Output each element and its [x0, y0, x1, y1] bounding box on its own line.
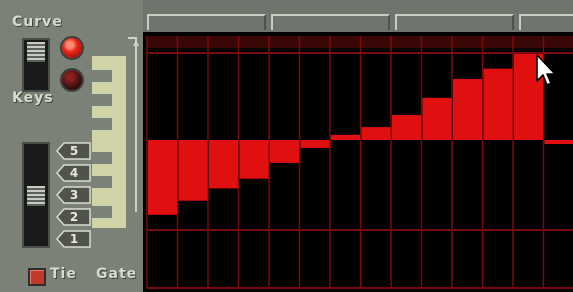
rail-segment: [519, 14, 573, 30]
curve-keys-switch[interactable]: [22, 38, 50, 92]
rail-segment: [395, 14, 514, 30]
octave-label: 2: [69, 210, 79, 224]
matrix-device-panel: Curve Keys 5 4 3 2 1 Tie Gate: [0, 0, 573, 292]
rail-segment: [271, 14, 390, 30]
curve-step-bar[interactable]: [483, 68, 513, 140]
black-key: [92, 70, 112, 82]
keys-led-icon: [62, 70, 82, 90]
tie-label: Tie: [50, 266, 77, 282]
curve-step-bar[interactable]: [544, 140, 573, 144]
octave-label: 4: [69, 166, 79, 180]
curve-step-bar[interactable]: [392, 115, 421, 140]
curve-step-bar[interactable]: [209, 140, 238, 189]
rail-segment: [147, 14, 266, 30]
black-key: [92, 94, 112, 106]
black-key: [92, 118, 112, 130]
switch-grip: [27, 186, 45, 206]
curve-step-bar[interactable]: [453, 78, 482, 140]
curve-step-grid[interactable]: [143, 32, 573, 292]
black-key: [92, 152, 112, 164]
black-key: [92, 206, 112, 218]
switch-grip: [27, 42, 45, 62]
black-key: [92, 176, 112, 188]
curve-grid-svg: [146, 36, 573, 289]
curve-step-bar[interactable]: [239, 140, 269, 179]
curve-label: Curve: [12, 14, 63, 30]
curve-led-icon: [62, 38, 82, 58]
curve-step-bar[interactable]: [422, 97, 452, 140]
octave-label: 3: [69, 188, 79, 202]
pattern-top-rail: [143, 0, 573, 32]
curve-step-bar[interactable]: [148, 140, 177, 215]
curve-step-bar[interactable]: [361, 127, 391, 140]
curve-step-bar[interactable]: [270, 140, 299, 163]
tie-led-icon[interactable]: [28, 268, 46, 286]
keys-connector-icon: [128, 37, 139, 212]
piano-keyboard-icon: [92, 56, 126, 228]
octave-switch[interactable]: [22, 142, 50, 248]
keys-label: Keys: [12, 90, 54, 106]
mouse-pointer-icon: [536, 54, 556, 86]
curve-step-bar[interactable]: [300, 140, 330, 148]
octave-label: 1: [69, 232, 79, 246]
curve-step-bar[interactable]: [178, 140, 208, 201]
octave-label: 5: [69, 144, 79, 158]
curve-step-bar[interactable]: [331, 134, 360, 140]
gate-label: Gate: [96, 266, 138, 282]
